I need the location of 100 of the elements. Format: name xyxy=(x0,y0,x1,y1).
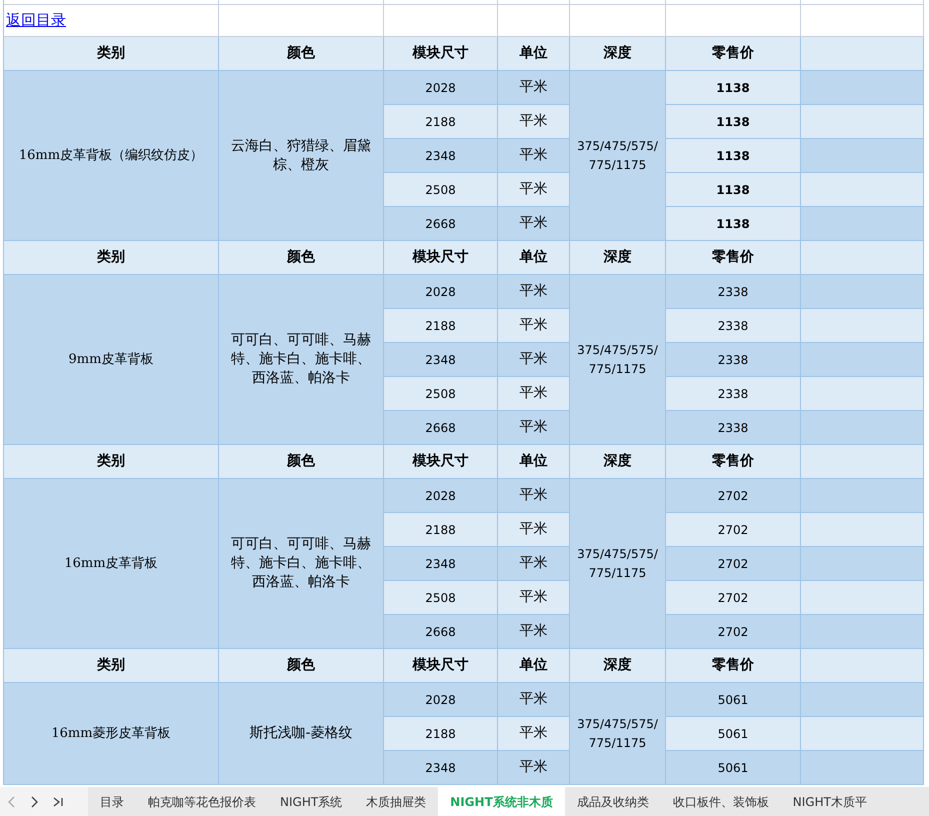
column-header: 单位 xyxy=(498,37,570,71)
price-cell: 2702 xyxy=(666,615,801,649)
size-cell: 2508 xyxy=(384,173,498,207)
price-cell: 1138 xyxy=(666,173,801,207)
size-cell: 2028 xyxy=(384,683,498,717)
sheet-tab[interactable]: 木质抽屉类 xyxy=(354,787,438,816)
unit-cell: 平米 xyxy=(498,683,570,717)
column-header: 模块尺寸 xyxy=(384,241,498,275)
unit-cell: 平米 xyxy=(498,275,570,309)
column-header: 颜色 xyxy=(219,37,384,71)
unit-cell: 平米 xyxy=(498,207,570,241)
column-header: 模块尺寸 xyxy=(384,649,498,683)
price-cell: 5061 xyxy=(666,683,801,717)
column-header: 零售价 xyxy=(666,649,801,683)
color-cell: 斯托浅咖-菱格纹 xyxy=(219,683,384,785)
category-cell: 16mm皮革背板 xyxy=(4,479,219,649)
column-header: 零售价 xyxy=(666,445,801,479)
column-header: 类别 xyxy=(4,37,219,71)
column-header: 颜色 xyxy=(219,445,384,479)
back-to-contents-link[interactable]: 返回目录 xyxy=(6,9,66,32)
size-cell: 2348 xyxy=(384,547,498,581)
unit-cell: 平米 xyxy=(498,479,570,513)
price-cell: 1138 xyxy=(666,139,801,173)
sheet-tab[interactable]: 目录 xyxy=(88,787,136,816)
column-header: 类别 xyxy=(4,445,219,479)
unit-cell: 平米 xyxy=(498,513,570,547)
sheet-tab[interactable]: 帕克咖等花色报价表 xyxy=(136,787,268,816)
size-cell: 2668 xyxy=(384,411,498,445)
unit-cell: 平米 xyxy=(498,309,570,343)
size-cell: 2188 xyxy=(384,717,498,751)
column-header: 类别 xyxy=(4,649,219,683)
column-header: 颜色 xyxy=(219,649,384,683)
price-cell: 2702 xyxy=(666,479,801,513)
unit-cell: 平米 xyxy=(498,615,570,649)
price-cell: 2338 xyxy=(666,411,801,445)
price-cell: 2702 xyxy=(666,513,801,547)
unit-cell: 平米 xyxy=(498,71,570,105)
color-cell: 可可白、可可啡、马赫特、施卡白、施卡啡、西洛蓝、帕洛卡 xyxy=(219,479,384,649)
last-sheet-icon[interactable] xyxy=(52,796,64,808)
unit-cell: 平米 xyxy=(498,139,570,173)
category-cell: 16mm皮革背板（编织纹仿皮） xyxy=(4,71,219,241)
unit-cell: 平米 xyxy=(498,105,570,139)
column-header: 零售价 xyxy=(666,241,801,275)
unit-cell: 平米 xyxy=(498,751,570,785)
price-cell: 5061 xyxy=(666,751,801,785)
size-cell: 2188 xyxy=(384,105,498,139)
sheet-tab[interactable]: 收口板件、装饰板 xyxy=(660,787,781,816)
price-cell: 2338 xyxy=(666,377,801,411)
price-cell: 2338 xyxy=(666,343,801,377)
column-header: 单位 xyxy=(498,649,570,683)
column-header: 单位 xyxy=(498,445,570,479)
price-cell: 5061 xyxy=(666,717,801,751)
size-cell: 2028 xyxy=(384,71,498,105)
sheet-tab[interactable]: NIGHT系统 xyxy=(268,787,354,816)
column-header: 模块尺寸 xyxy=(384,445,498,479)
size-cell: 2028 xyxy=(384,479,498,513)
category-cell: 9mm皮革背板 xyxy=(4,275,219,445)
color-cell: 可可白、可可啡、马赫特、施卡白、施卡啡、西洛蓝、帕洛卡 xyxy=(219,275,384,445)
depth-text: 375/475/575/775/1175 xyxy=(576,138,659,174)
size-cell: 2348 xyxy=(384,751,498,785)
sheet-tab[interactable]: NIGHT木质平 xyxy=(780,787,879,816)
price-cell: 2702 xyxy=(666,547,801,581)
size-cell: 2188 xyxy=(384,513,498,547)
column-header: 深度 xyxy=(570,241,666,275)
column-header: 零售价 xyxy=(666,37,801,71)
size-cell: 2668 xyxy=(384,615,498,649)
next-sheet-icon[interactable] xyxy=(30,796,38,808)
column-header: 类别 xyxy=(4,241,219,275)
unit-cell: 平米 xyxy=(498,581,570,615)
category-cell: 16mm菱形皮革背板 xyxy=(4,683,219,785)
size-cell: 2348 xyxy=(384,343,498,377)
price-cell: 1138 xyxy=(666,71,801,105)
unit-cell: 平米 xyxy=(498,343,570,377)
column-header: 深度 xyxy=(570,37,666,71)
price-cell: 2702 xyxy=(666,581,801,615)
unit-cell: 平米 xyxy=(498,377,570,411)
price-cell: 2338 xyxy=(666,309,801,343)
column-header: 深度 xyxy=(570,649,666,683)
size-cell: 2508 xyxy=(384,581,498,615)
size-cell: 2028 xyxy=(384,275,498,309)
size-cell: 2508 xyxy=(384,377,498,411)
depth-text: 375/475/575/775/1175 xyxy=(576,546,659,582)
depth-text: 375/475/575/775/1175 xyxy=(576,716,659,752)
column-header: 深度 xyxy=(570,445,666,479)
price-cell: 1138 xyxy=(666,105,801,139)
unit-cell: 平米 xyxy=(498,717,570,751)
size-cell: 2668 xyxy=(384,207,498,241)
depth-text: 375/475/575/775/1175 xyxy=(576,342,659,378)
unit-cell: 平米 xyxy=(498,547,570,581)
color-cell: 云海白、狩猎绿、眉黛棕、橙灰 xyxy=(219,71,384,241)
size-cell: 2348 xyxy=(384,139,498,173)
sheet-tab[interactable]: 成品及收纳类 xyxy=(564,787,661,816)
unit-cell: 平米 xyxy=(498,411,570,445)
size-cell: 2188 xyxy=(384,309,498,343)
unit-cell: 平米 xyxy=(498,173,570,207)
price-cell: 2338 xyxy=(666,275,801,309)
column-header: 单位 xyxy=(498,241,570,275)
column-header: 模块尺寸 xyxy=(384,37,498,71)
column-header: 颜色 xyxy=(219,241,384,275)
price-cell: 1138 xyxy=(666,207,801,241)
